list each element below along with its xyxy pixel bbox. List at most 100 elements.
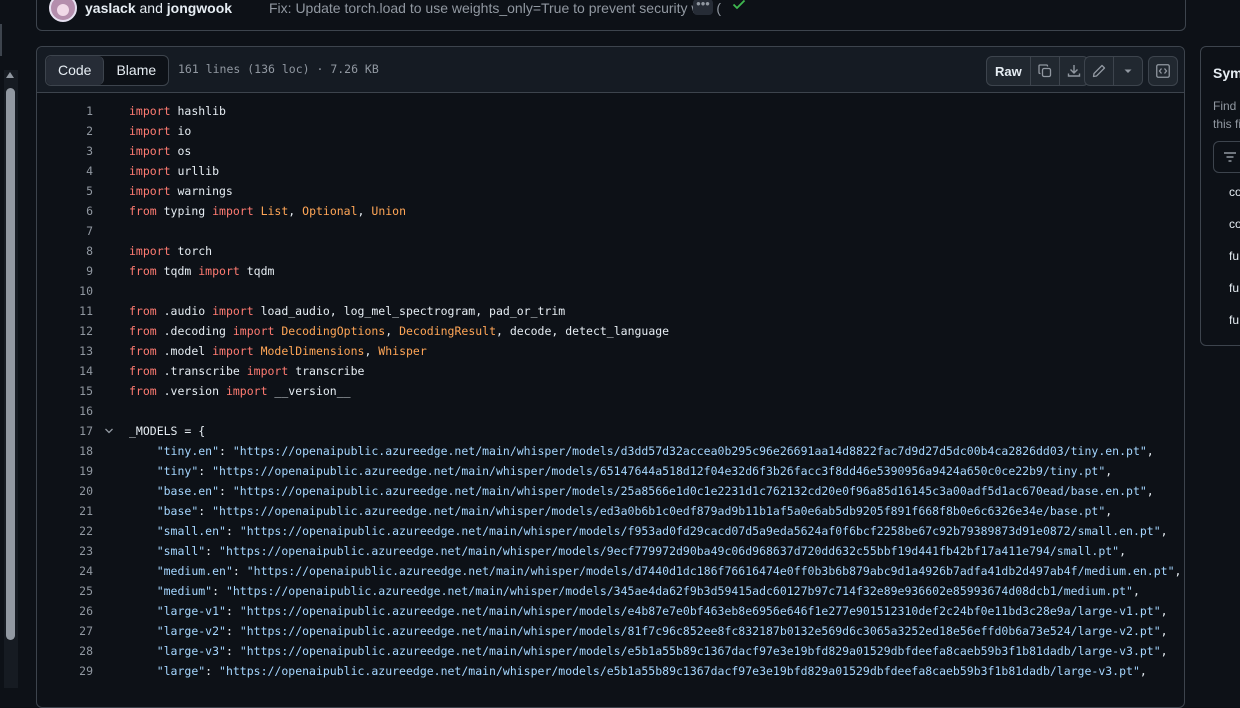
symbols-panel: Sym Find c this fi co co fu fu fu: [1200, 46, 1240, 346]
code-text: import io: [129, 124, 192, 138]
line-number[interactable]: 13: [37, 341, 93, 361]
code-text: "medium.en": "https://openaipublic.azure…: [156, 564, 1182, 578]
page-scrollbar[interactable]: [0, 0, 20, 688]
line-number[interactable]: 19: [37, 461, 93, 481]
symbol-item[interactable]: fu: [1229, 313, 1239, 327]
code-line: 11 from .audio import load_audio, log_mel…: [37, 301, 1184, 321]
line-number[interactable]: 1: [37, 101, 93, 121]
line-number[interactable]: 20: [37, 481, 93, 501]
copy-icon: [1038, 64, 1051, 78]
tab-blame[interactable]: Blame: [104, 56, 168, 85]
code-text: import urllib: [129, 164, 220, 178]
check-icon[interactable]: [731, 0, 747, 12]
code-text: from .audio import load_audio, log_mel_s…: [129, 304, 566, 318]
symbols-filter-input[interactable]: [1213, 141, 1240, 173]
code-text: from .model import ModelDimensions, Whis…: [129, 344, 427, 358]
line-number[interactable]: 22: [37, 521, 93, 541]
edit-file-button[interactable]: [1085, 57, 1114, 85]
line-number[interactable]: 12: [37, 321, 93, 341]
code-body[interactable]: 1 import hashlib 2 import io 3 import os 4 impo…: [37, 93, 1184, 707]
line-number[interactable]: 15: [37, 381, 93, 401]
line-number[interactable]: 4: [37, 161, 93, 181]
line-number[interactable]: 9: [37, 261, 93, 281]
avatar[interactable]: [49, 0, 77, 22]
scrollbar-thumb[interactable]: [6, 88, 15, 640]
symbol-item[interactable]: co: [1229, 217, 1240, 231]
code-text: "small.en": "https://openaipublic.azuree…: [156, 524, 1168, 538]
symbols-description-line: Find c: [1213, 99, 1240, 113]
line-number[interactable]: 29: [37, 661, 93, 681]
code-text: _MODELS = {: [129, 424, 206, 438]
line-number[interactable]: 8: [37, 241, 93, 261]
symbols-toggle-group: [1148, 56, 1178, 86]
code-text: "small": "https://openaipublic.azureedge…: [156, 544, 1127, 558]
code-line: 20 "base.en": "https://openaipublic.azur…: [37, 481, 1184, 501]
view-mode-toggle: Code Blame: [45, 55, 170, 86]
code-line: 27 "large-v2": "https://openaipublic.azu…: [37, 621, 1184, 641]
code-text: from .decoding import DecodingOptions, D…: [129, 324, 670, 338]
code-line: 18 "tiny.en": "https://openaipublic.azur…: [37, 441, 1184, 461]
line-number[interactable]: 27: [37, 621, 93, 641]
author-link-2[interactable]: jongwook: [167, 0, 232, 16]
latest-commit-bar: yaslack and jongwook Fix: Update torch.l…: [36, 0, 1186, 31]
code-square-icon: [1156, 64, 1170, 78]
line-number[interactable]: 2: [37, 121, 93, 141]
code-line: 15 from .version import __version__: [37, 381, 1184, 401]
raw-button[interactable]: Raw: [987, 57, 1031, 85]
line-number[interactable]: 7: [37, 221, 93, 241]
commit-message-link[interactable]: Fix: Update torch.load to use weights_on…: [269, 0, 721, 16]
code-viewer: Code Blame 161 lines (136 loc) · 7.26 KB…: [36, 46, 1185, 708]
line-number[interactable]: 11: [37, 301, 93, 321]
line-number[interactable]: 23: [37, 541, 93, 561]
code-line: 3 import os: [37, 141, 1184, 161]
code-line: 6 from typing import List, Optional, Unio…: [37, 201, 1184, 221]
code-line: 9 from tqdm import tqdm: [37, 261, 1184, 281]
code-line: 26 "large-v1": "https://openaipublic.azu…: [37, 601, 1184, 621]
sidebar-edge: [0, 24, 2, 56]
code-line: 14 from .transcribe import transcribe: [37, 361, 1184, 381]
download-icon: [1067, 65, 1080, 77]
line-number[interactable]: 18: [37, 441, 93, 461]
symbols-description: Find c this fi: [1213, 97, 1240, 133]
filter-icon: [1224, 152, 1236, 162]
code-line: 28 "large-v3": "https://openaipublic.azu…: [37, 641, 1184, 661]
line-number[interactable]: 16: [37, 401, 93, 421]
line-number[interactable]: 26: [37, 601, 93, 621]
code-text: from tqdm import tqdm: [129, 264, 275, 278]
copy-raw-button[interactable]: [1031, 57, 1060, 85]
code-line: 24 "medium.en": "https://openaipublic.az…: [37, 561, 1184, 581]
code-line: 17 _MODELS = {: [37, 421, 1184, 441]
author-link-1[interactable]: yaslack: [85, 0, 136, 16]
symbols-title: Sym: [1213, 65, 1240, 81]
line-number[interactable]: 21: [37, 501, 93, 521]
symbol-item[interactable]: fu: [1229, 249, 1239, 263]
code-text: import hashlib: [129, 104, 226, 118]
code-line: 23 "small": "https://openaipublic.azuree…: [37, 541, 1184, 561]
code-text: import torch: [129, 244, 213, 258]
expand-commit-message-button[interactable]: •••: [693, 0, 713, 15]
scroll-up-arrow-icon[interactable]: [6, 72, 14, 78]
symbol-item[interactable]: fu: [1229, 281, 1239, 295]
line-number[interactable]: 14: [37, 361, 93, 381]
line-number[interactable]: 17: [37, 421, 93, 441]
tab-code[interactable]: Code: [46, 56, 105, 85]
code-text: "base.en": "https://openaipublic.azureed…: [156, 484, 1154, 498]
author-conjunction: and: [139, 0, 163, 16]
line-number[interactable]: 10: [37, 281, 93, 301]
code-text: "tiny.en": "https://openaipublic.azureed…: [156, 444, 1154, 458]
symbols-panel-toggle-button[interactable]: [1149, 57, 1177, 85]
line-number[interactable]: 6: [37, 201, 93, 221]
pencil-icon: [1092, 64, 1106, 78]
line-number[interactable]: 24: [37, 561, 93, 581]
commit-authors: yaslack and jongwook: [85, 0, 232, 16]
code-line: 2 import io: [37, 121, 1184, 141]
line-number[interactable]: 3: [37, 141, 93, 161]
code-line: 21 "base": "https://openaipublic.azureed…: [37, 501, 1184, 521]
fold-chevron-icon[interactable]: [104, 426, 114, 436]
line-number[interactable]: 5: [37, 181, 93, 201]
line-number[interactable]: 25: [37, 581, 93, 601]
symbol-item[interactable]: co: [1229, 185, 1240, 199]
line-number[interactable]: 28: [37, 641, 93, 661]
edit-options-dropdown[interactable]: [1114, 57, 1142, 85]
code-line: 29 "large": "https://openaipublic.azuree…: [37, 661, 1184, 681]
